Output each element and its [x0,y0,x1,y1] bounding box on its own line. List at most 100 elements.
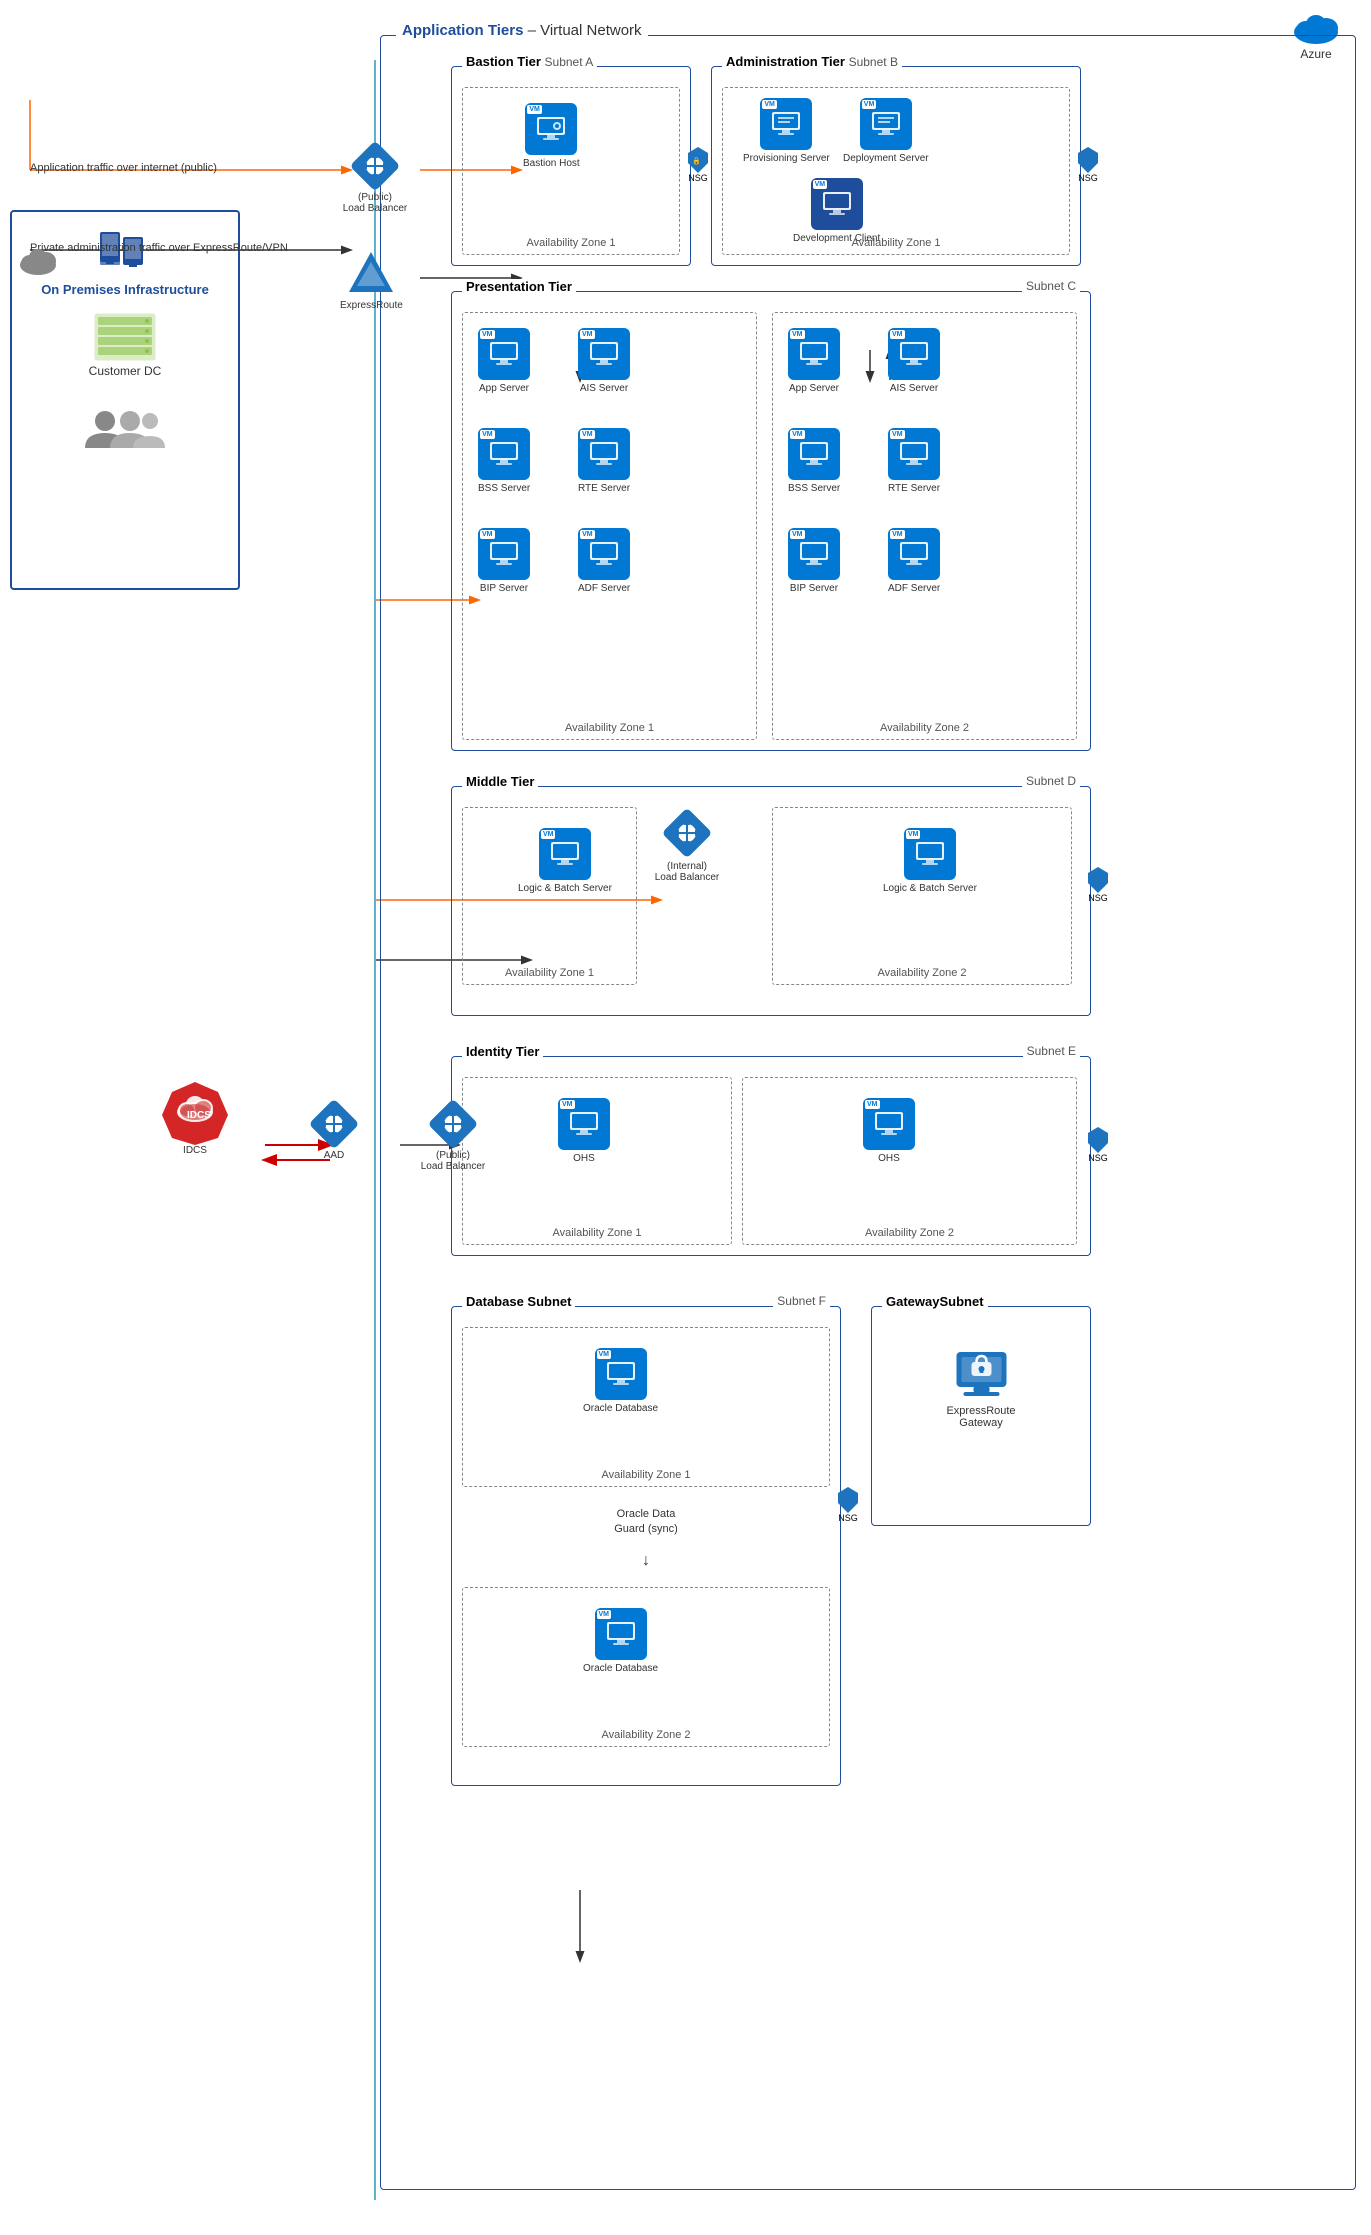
customer-dc-label: Customer DC [89,364,162,378]
middle-nsg-label: NSG [1088,893,1108,903]
public-lb-icon: (Public)Load Balancer [340,140,410,214]
users-icon-svg [85,403,165,453]
customer-dc-icon: Customer DC [89,312,162,378]
bastion-host-vm-box: VM [525,103,577,155]
admin-nsg-shield-icon [1078,147,1098,173]
bastion-az1-label: Availability Zone 1 [526,237,615,249]
middle-az1-label: Availability Zone 1 [505,967,594,979]
provisioning-server-icon: VM Provisioning Server [743,98,830,164]
expressroute-svg [345,248,397,300]
diagram-container: Azure Application Tiers – Virtual Networ… [0,0,1371,2235]
pres-az2-ais-server: VM AIS Server [888,328,940,394]
pres-az1-adf-server: VM ADF Server [578,528,630,594]
aad-diamond-svg [308,1098,360,1150]
public-lb-label: (Public)Load Balancer [340,192,410,214]
middle-az1-box: VM Logic & Batch Server Availability Zon… [462,807,637,985]
db-az2-vm [605,1620,637,1648]
idcs-icon: IDCS IDCS [160,1080,230,1156]
database-az1-box: VM Oracle Database Availability Zone 1 [462,1327,830,1487]
pres-az1-rte-server: VM RTE Server [578,428,630,494]
presentation-tier-title: Presentation Tier [462,279,576,294]
internal-lb-diamond [661,807,713,859]
presentation-az2-box: VM App Server VM AIS Server VM BS [772,312,1077,740]
oracle-data-guard-label: Oracle DataGuard (sync) [452,1507,840,1538]
pres-az2-app-server: VM App Server [788,328,840,394]
bastion-az1-box: VM Bastion Host Availability Zone 1 [462,87,680,255]
pres-vm-icon5 [488,540,520,568]
app-tiers-box: Application Tiers – Virtual Network Bast… [380,35,1356,2190]
idcs-label: IDCS [183,1145,207,1156]
identity-nsg: NSG [1088,1127,1108,1163]
db-az1-vm [605,1360,637,1388]
pres-az2-adf-server: VM ADF Server [888,528,940,594]
identity-az1-vm [568,1110,600,1138]
admin-tier-box: Administration Tier Subnet B VM [711,66,1081,266]
internal-lb-icon: (Internal)Load Balancer [647,807,727,883]
identity-az2-vm [873,1110,905,1138]
customer-dc-svg [90,312,160,362]
admin-tier-title: Administration Tier Subnet B [722,54,902,69]
monitor-icon [535,115,567,143]
pres-az1-bss-server: VM BSS Server [478,428,530,494]
deployment-server-icon: VM Deployment Server [843,98,929,164]
provisioning-monitor-icon [770,110,802,138]
pres-vm-icon [488,340,520,368]
database-subnet-label: Subnet F [773,1294,830,1308]
internet-traffic-label: Application traffic over internet (publi… [30,162,217,174]
middle-az2-logic-server: VM Logic & Batch Server [883,828,977,894]
pres-az2-rte-server: VM RTE Server [888,428,940,494]
identity-public-lb-label: (Public)Load Balancer [418,1150,488,1172]
identity-az2-box: VM OHS Availability Zone 2 [742,1077,1077,1245]
admin-az1-label: Availability Zone 1 [851,237,940,249]
svg-text:🔒: 🔒 [692,157,701,165]
expressroute-icon: ExpressRoute [340,248,403,311]
bastion-tier-box: Bastion Tier Subnet A VM [451,66,691,266]
admin-nsg-label: NSG [1078,173,1098,183]
pres-vm-icon3 [488,440,520,468]
identity-nsg-label: NSG [1088,1153,1108,1163]
development-client-vm-box: VM [811,178,863,230]
bastion-nsg-label: NSG [688,173,708,183]
database-nsg: NSG [838,1487,858,1523]
on-premises-title: On Premises Infrastructure [41,282,209,297]
middle-az2-vm [914,840,946,868]
database-az2-oracle: VM Oracle Database [583,1608,658,1674]
on-prem-cloud-svg [18,245,58,275]
middle-nsg-shield [1088,867,1108,893]
pres-az2-vm4 [898,440,930,468]
deployment-server-label: Deployment Server [843,153,929,164]
sync-down-arrow: ↓ [642,1552,650,1570]
expressroute-gateway-icon: ExpressRoute Gateway [927,1347,1036,1429]
pres-vm-icon4 [588,440,620,468]
gateway-subnet-title: GatewaySubnet [882,1294,988,1309]
identity-az2-label: Availability Zone 2 [865,1227,954,1239]
expressroute-gateway-svg [951,1347,1011,1402]
database-subnet-box: Database Subnet Subnet F VM Oracle Datab… [451,1306,841,1786]
pres-az2-vm2 [898,340,930,368]
deployment-monitor-icon [870,110,902,138]
pres-az2-vm1 [798,340,830,368]
middle-az1-logic-server: VM Logic & Batch Server [518,828,612,894]
database-az2-label: Availability Zone 2 [601,1729,690,1741]
database-az1-label: Availability Zone 1 [601,1469,690,1481]
provisioning-server-label: Provisioning Server [743,153,830,164]
pres-az2-bss-server: VM BSS Server [788,428,840,494]
database-az2-box: VM Oracle Database Availability Zone 2 [462,1587,830,1747]
identity-az1-box: VM OHS Availability Zone 1 [462,1077,732,1245]
identity-subnet-label: Subnet E [1023,1044,1080,1058]
bastion-host-icon: VM Bastion Host [523,103,580,169]
middle-tier-title: Middle Tier [462,774,538,789]
presentation-tier-box: Presentation Tier Subnet C VM App Server… [451,291,1091,751]
identity-lb-diamond [427,1098,479,1150]
presentation-az1-box: VM App Server VM AIS Server VM BS [462,312,757,740]
middle-az2-label: Availability Zone 2 [877,967,966,979]
identity-az1-label: Availability Zone 1 [552,1227,641,1239]
provisioning-vm-box: VM [760,98,812,150]
pres-vm-icon6 [588,540,620,568]
pres-az1-app-server: VM App Server [478,328,530,394]
pres-az2-bip-server: VM BIP Server [788,528,840,594]
database-nsg-label: NSG [838,1513,858,1523]
database-nsg-shield [838,1487,858,1513]
bastion-tier-title: Bastion Tier Subnet A [462,54,597,69]
expressroute-gateway-label: ExpressRoute Gateway [927,1405,1036,1429]
